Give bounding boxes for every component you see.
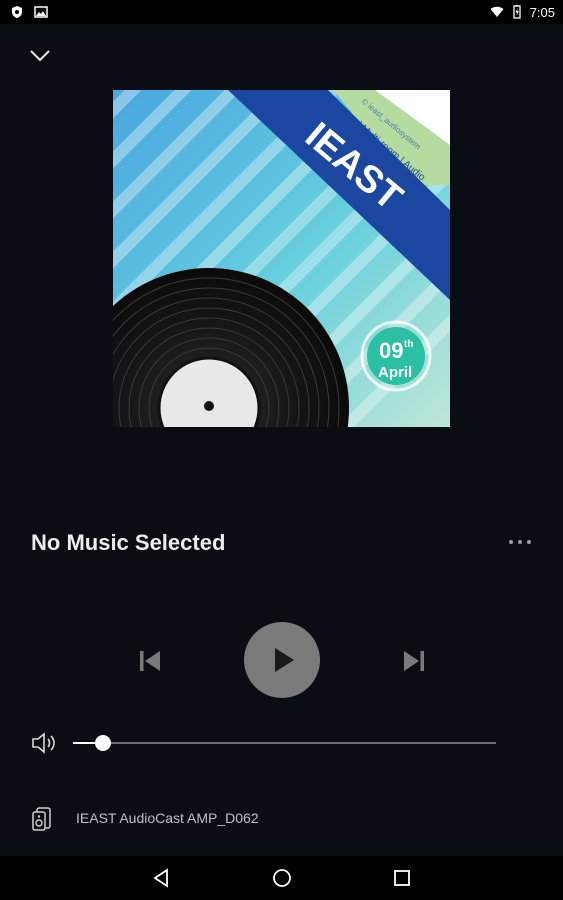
recents-icon (394, 870, 410, 886)
device-row: IEAST AudioCast AMP_D062 (0, 804, 563, 834)
badge-suffix: th (404, 339, 413, 350)
badge-month: April (378, 364, 412, 381)
image-icon (34, 6, 48, 18)
back-button[interactable] (150, 867, 172, 889)
skip-previous-icon (140, 651, 160, 671)
status-right: 7:05 (490, 5, 563, 20)
home-icon (273, 869, 291, 887)
collapse-button[interactable] (26, 44, 54, 68)
navigation-bar (0, 856, 563, 900)
battery-icon (513, 5, 521, 19)
status-time: 7:05 (529, 4, 555, 20)
volume-slider[interactable] (73, 742, 496, 744)
home-button[interactable] (271, 867, 293, 889)
volume-row (0, 726, 563, 760)
recents-button[interactable] (391, 867, 413, 889)
volume-icon (32, 732, 55, 754)
status-left (0, 5, 48, 19)
back-icon (153, 868, 168, 888)
play-icon (275, 648, 294, 672)
badge-day: 09 (379, 338, 403, 363)
more-options-button[interactable] (505, 532, 535, 552)
volume-button[interactable] (31, 731, 61, 755)
more-horizontal-icon (509, 540, 531, 544)
device-button[interactable] (31, 806, 53, 832)
play-button[interactable] (244, 622, 320, 698)
chevron-down-icon (30, 50, 50, 62)
playback-controls (0, 620, 563, 700)
album-art: IEAST Enjoy | Multi-room | Audio © ieast… (113, 90, 450, 427)
previous-button[interactable] (137, 648, 163, 674)
wifi-icon (490, 6, 504, 17)
shield-icon (12, 6, 22, 18)
device-name[interactable]: IEAST AudioCast AMP_D062 (76, 810, 259, 826)
skip-next-icon (404, 651, 424, 671)
volume-thumb[interactable] (94, 735, 111, 751)
album-art-image: IEAST Enjoy | Multi-room | Audio © ieast… (113, 90, 450, 427)
speaker-device-icon (32, 807, 51, 831)
next-button[interactable] (401, 648, 427, 674)
track-title: No Music Selected (31, 530, 226, 555)
status-bar: 7:05 (0, 0, 563, 24)
